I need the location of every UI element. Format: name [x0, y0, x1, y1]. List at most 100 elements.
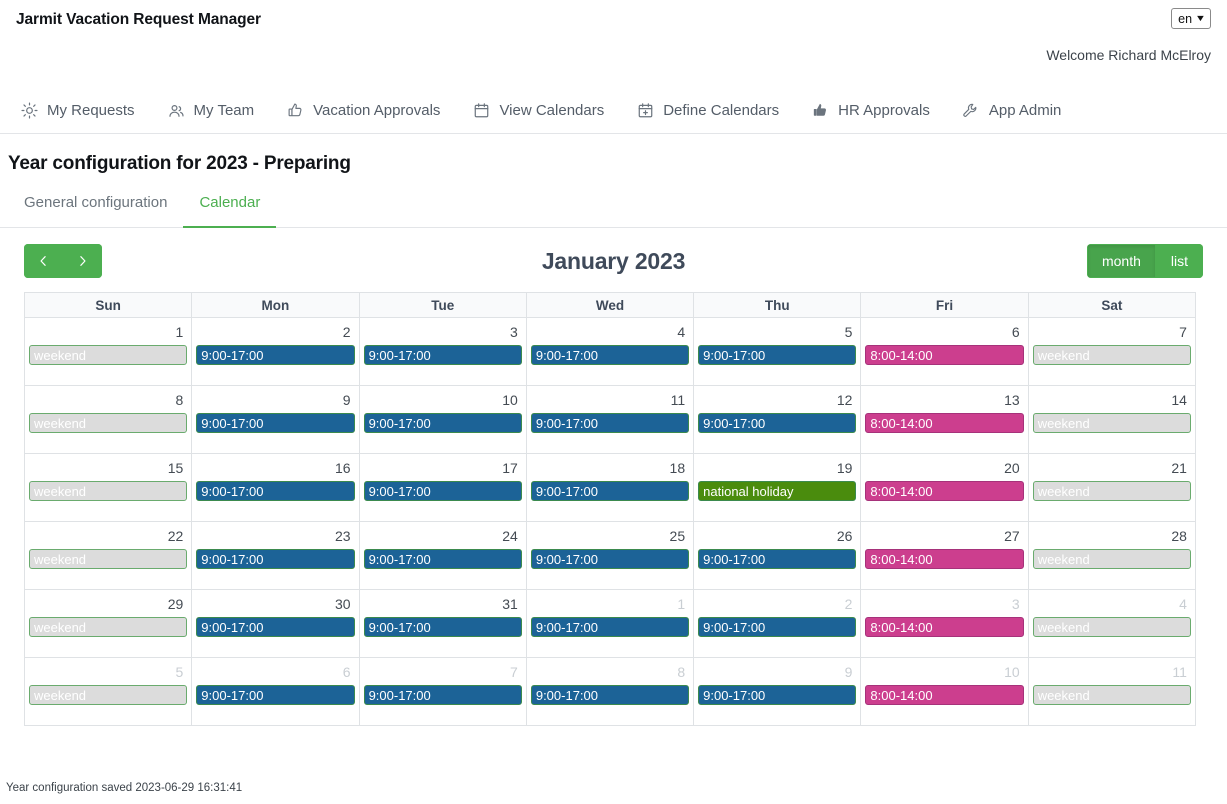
- calendar-day-cell[interactable]: 25 9:00-17:00: [526, 522, 695, 590]
- nav-item-hr-approvals[interactable]: HR Approvals: [811, 102, 948, 120]
- calendar-week-row: 1 weekend 2 9:00-17:00 3 9:00-17:00 4 9:00-17:0…: [25, 318, 1196, 386]
- calendar-event-chip-holiday[interactable]: national holiday: [698, 481, 857, 501]
- calendar-day-cell[interactable]: 8 9:00-17:00: [526, 658, 695, 726]
- calendar-day-cell[interactable]: 9 9:00-17:00: [694, 658, 862, 726]
- calendar-day-cell[interactable]: 23 9:00-17:00: [192, 522, 360, 590]
- calendar-day-cell[interactable]: 26 9:00-17:00: [694, 522, 862, 590]
- calendar-event-chip-work[interactable]: 9:00-17:00: [363, 481, 522, 501]
- calendar-event-chip-work[interactable]: 9:00-17:00: [196, 549, 355, 569]
- calendar-day-cell[interactable]: 14 weekend: [1028, 386, 1196, 454]
- calendar-day-cell[interactable]: 31 9:00-17:00: [359, 590, 527, 658]
- calendar-day-cell[interactable]: 8 weekend: [25, 386, 193, 454]
- calendar-event-chip-work[interactable]: 9:00-17:00: [698, 685, 857, 705]
- calendar-event-chip-weekend[interactable]: weekend: [29, 685, 188, 705]
- calendar-day-cell[interactable]: 9 9:00-17:00: [192, 386, 360, 454]
- calendar-day-cell[interactable]: 7 weekend: [1028, 318, 1196, 386]
- calendar-event-chip-short[interactable]: 8:00-14:00: [865, 685, 1024, 705]
- calendar-event-chip-short[interactable]: 8:00-14:00: [865, 345, 1024, 365]
- calendar-day-cell[interactable]: 16 9:00-17:00: [192, 454, 360, 522]
- calendar-event-chip-work[interactable]: 9:00-17:00: [698, 345, 857, 365]
- calendar-day-cell[interactable]: 13 8:00-14:00: [861, 386, 1029, 454]
- calendar-event-chip-weekend[interactable]: weekend: [1032, 481, 1191, 501]
- month-calendar: Sun Mon Tue Wed Thu Fri Sat 1 weekend 2 9:00-17:0…: [24, 292, 1196, 726]
- calendar-day-cell[interactable]: 7 9:00-17:00: [359, 658, 527, 726]
- nav-item-define-calendars[interactable]: Define Calendars: [636, 102, 797, 120]
- calendar-day-cell[interactable]: 4 weekend: [1028, 590, 1196, 658]
- calendar-event-chip-work[interactable]: 9:00-17:00: [530, 617, 690, 637]
- calendar-day-cell[interactable]: 5 9:00-17:00: [694, 318, 862, 386]
- calendar-day-cell[interactable]: 3 9:00-17:00: [359, 318, 527, 386]
- calendar-event-chip-short[interactable]: 8:00-14:00: [865, 481, 1024, 501]
- calendar-day-cell[interactable]: 12 9:00-17:00: [694, 386, 862, 454]
- calendar-day-cell[interactable]: 1 weekend: [25, 318, 193, 386]
- calendar-event-chip-work[interactable]: 9:00-17:00: [530, 345, 690, 365]
- calendar-day-cell[interactable]: 17 9:00-17:00: [359, 454, 527, 522]
- calendar-event-chip-work[interactable]: 9:00-17:00: [530, 685, 690, 705]
- calendar-day-cell[interactable]: 18 9:00-17:00: [526, 454, 695, 522]
- nav-item-my-requests[interactable]: My Requests: [20, 102, 153, 120]
- nav-item-app-admin[interactable]: App Admin: [962, 102, 1080, 120]
- calendar-day-cell[interactable]: 24 9:00-17:00: [359, 522, 527, 590]
- calendar-day-cell[interactable]: 15 weekend: [25, 454, 193, 522]
- calendar-day-cell[interactable]: 21 weekend: [1028, 454, 1196, 522]
- calendar-event-chip-work[interactable]: 9:00-17:00: [698, 413, 857, 433]
- calendar-event-chip-weekend[interactable]: weekend: [29, 617, 188, 637]
- calendar-day-cell[interactable]: 2 9:00-17:00: [192, 318, 360, 386]
- calendar-day-cell[interactable]: 29 weekend: [25, 590, 193, 658]
- calendar-event-chip-weekend[interactable]: weekend: [29, 549, 188, 569]
- calendar-event-chip-work[interactable]: 9:00-17:00: [530, 413, 690, 433]
- view-button-month[interactable]: month: [1086, 244, 1156, 278]
- calendar-event-chip-work[interactable]: 9:00-17:00: [363, 413, 522, 433]
- calendar-day-cell[interactable]: 1 9:00-17:00: [526, 590, 695, 658]
- calendar-day-cell[interactable]: 3 8:00-14:00: [861, 590, 1029, 658]
- calendar-day-cell[interactable]: 4 9:00-17:00: [526, 318, 695, 386]
- calendar-day-cell[interactable]: 2 9:00-17:00: [694, 590, 862, 658]
- calendar-event-chip-short[interactable]: 8:00-14:00: [865, 413, 1024, 433]
- calendar-event-chip-weekend[interactable]: weekend: [1032, 345, 1191, 365]
- calendar-event-chip-short[interactable]: 8:00-14:00: [865, 617, 1024, 637]
- calendar-event-chip-short[interactable]: 8:00-14:00: [865, 549, 1024, 569]
- calendar-event-chip-work[interactable]: 9:00-17:00: [196, 481, 355, 501]
- calendar-day-cell[interactable]: 11 weekend: [1028, 658, 1196, 726]
- calendar-event-chip-work[interactable]: 9:00-17:00: [363, 549, 522, 569]
- calendar-day-number: 13: [1004, 392, 1020, 408]
- nav-item-view-calendars[interactable]: View Calendars: [472, 102, 622, 120]
- calendar-event-chip-work[interactable]: 9:00-17:00: [196, 345, 355, 365]
- calendar-day-cell[interactable]: 20 8:00-14:00: [861, 454, 1029, 522]
- calendar-event-chip-weekend[interactable]: weekend: [1032, 549, 1191, 569]
- calendar-event-chip-work[interactable]: 9:00-17:00: [363, 345, 522, 365]
- calendar-day-cell[interactable]: 10 8:00-14:00: [861, 658, 1029, 726]
- calendar-day-cell[interactable]: 27 8:00-14:00: [861, 522, 1029, 590]
- calendar-event-chip-work[interactable]: 9:00-17:00: [196, 413, 355, 433]
- calendar-event-chip-weekend[interactable]: weekend: [1032, 617, 1191, 637]
- nav-item-vacation-approvals[interactable]: Vacation Approvals: [286, 102, 458, 120]
- calendar-day-cell[interactable]: 10 9:00-17:00: [359, 386, 527, 454]
- tab-calendar[interactable]: Calendar: [183, 194, 277, 228]
- calendar-day-cell[interactable]: 19 national holiday: [694, 454, 862, 522]
- view-button-list[interactable]: list: [1155, 244, 1203, 278]
- calendar-event-chip-work[interactable]: 9:00-17:00: [530, 481, 690, 501]
- calendar-event-chip-work[interactable]: 9:00-17:00: [196, 617, 355, 637]
- calendar-event-chip-work[interactable]: 9:00-17:00: [363, 685, 522, 705]
- calendar-event-chip-weekend[interactable]: weekend: [1032, 413, 1191, 433]
- calendar-event-chip-weekend[interactable]: weekend: [29, 481, 188, 501]
- calendar-event-chip-weekend[interactable]: weekend: [1032, 685, 1191, 705]
- calendar-event-chip-weekend[interactable]: weekend: [29, 345, 188, 365]
- calendar-event-chip-work[interactable]: 9:00-17:00: [363, 617, 522, 637]
- calendar-event-chip-work[interactable]: 9:00-17:00: [698, 549, 857, 569]
- tab-general-configuration[interactable]: General configuration: [8, 194, 183, 228]
- nav-item-my-team[interactable]: My Team: [167, 102, 273, 120]
- calendar-day-cell[interactable]: 6 9:00-17:00: [192, 658, 360, 726]
- calendar-event-chip-work[interactable]: 9:00-17:00: [698, 617, 857, 637]
- calendar-day-cell[interactable]: 30 9:00-17:00: [192, 590, 360, 658]
- calendar-day-cell[interactable]: 6 8:00-14:00: [861, 318, 1029, 386]
- calendar-day-number: 22: [167, 528, 184, 544]
- language-select[interactable]: en ▼: [1171, 8, 1211, 29]
- calendar-event-chip-work[interactable]: 9:00-17:00: [196, 685, 355, 705]
- calendar-day-cell[interactable]: 22 weekend: [25, 522, 193, 590]
- calendar-day-cell[interactable]: 28 weekend: [1028, 522, 1196, 590]
- calendar-event-chip-work[interactable]: 9:00-17:00: [530, 549, 690, 569]
- calendar-event-chip-weekend[interactable]: weekend: [29, 413, 188, 433]
- calendar-day-cell[interactable]: 11 9:00-17:00: [526, 386, 695, 454]
- calendar-day-cell[interactable]: 5 weekend: [25, 658, 193, 726]
